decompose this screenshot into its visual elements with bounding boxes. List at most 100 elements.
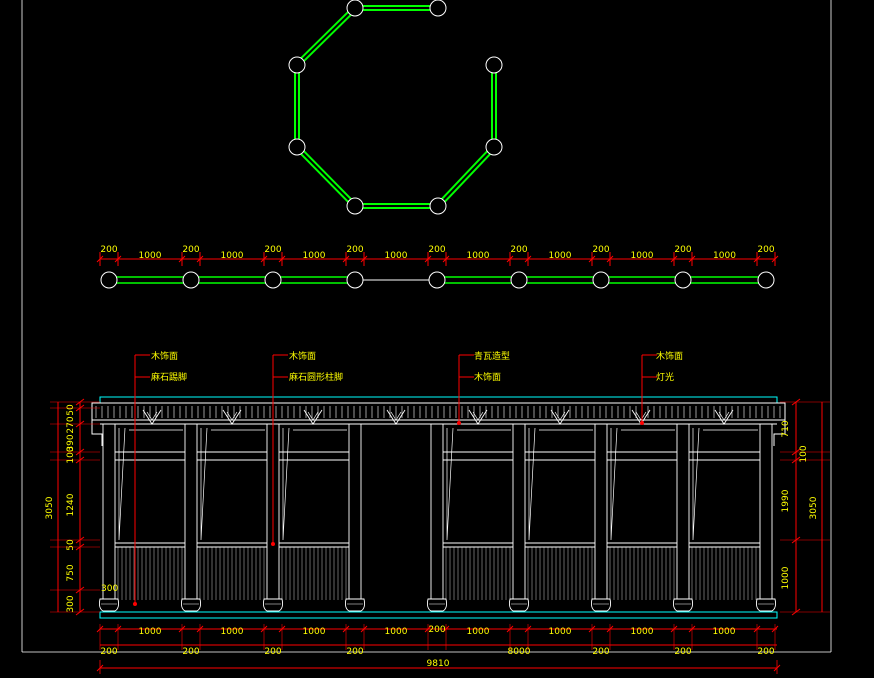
octagon-beam-inner xyxy=(296,7,356,66)
callout-3-label-1: 青瓦造型 xyxy=(474,350,510,362)
callout-3-label-2: 木饰面 xyxy=(474,371,501,383)
column-shaft xyxy=(512,423,526,600)
column-shaft xyxy=(676,423,690,600)
bottom-dim-label-row1: 1000 xyxy=(385,627,408,637)
plan-dim-label: 200 xyxy=(757,245,774,255)
left-dim-7: 750 xyxy=(66,564,76,581)
callout-2-label-2: 麻石圆形柱脚 xyxy=(289,371,343,383)
column-base xyxy=(508,598,530,612)
plan-dim-label: 1000 xyxy=(221,251,244,261)
octagon-column xyxy=(346,0,364,17)
octagon-column xyxy=(288,56,306,74)
bottom-dim-label-row2: 200 xyxy=(592,647,609,657)
right-dimension-chain: 710 100 1990 1000 3050 xyxy=(781,420,819,589)
callout-3: 青瓦造型 木饰面 xyxy=(474,350,510,383)
column-base xyxy=(755,598,777,612)
octagon-column xyxy=(346,197,364,215)
bottom-dim-label-row1: 1000 xyxy=(467,627,490,637)
bottom-dim-label-row2: 200 xyxy=(100,647,117,657)
linear-column-plan xyxy=(96,252,779,289)
bay-curtain xyxy=(118,427,183,541)
bay-curtain xyxy=(200,427,265,541)
plan-column xyxy=(182,271,200,289)
plan-column xyxy=(674,271,692,289)
tile-ornament xyxy=(468,409,488,425)
plan-dim-label: 1000 xyxy=(139,251,162,261)
bay-curtain xyxy=(282,427,347,541)
bottom-dim-label-row1: 1000 xyxy=(631,627,654,637)
tile-ornament xyxy=(714,409,734,425)
bottom-dim-label-row1: 1000 xyxy=(713,627,736,637)
right-dim-2: 100 xyxy=(799,445,809,462)
bottom-dim-label-row1: 1000 xyxy=(139,627,162,637)
octagon-beam-inner xyxy=(296,146,356,207)
bottom-dim-label-row2: 200 xyxy=(264,647,281,657)
left-dim-4: 100 xyxy=(66,446,76,463)
octagon-column xyxy=(429,0,447,17)
bottom-dim-label-row1: 1000 xyxy=(549,627,572,637)
column-base xyxy=(98,598,120,612)
plan-dim-label: 1000 xyxy=(467,251,490,261)
callout-4-label-2: 灯光 xyxy=(656,371,674,383)
bottom-dim-label-row2: 200 xyxy=(346,647,363,657)
column-shaft xyxy=(759,423,773,600)
callout-dot xyxy=(640,421,644,425)
callout-4-label-1: 木饰面 xyxy=(656,350,683,362)
tile-ornament xyxy=(550,409,570,425)
column-shaft xyxy=(102,423,116,600)
callout-1-label-2: 麻石踢脚 xyxy=(151,371,187,383)
column-base xyxy=(426,598,448,612)
right-dim-4: 1000 xyxy=(781,566,791,589)
left-dim-1: 50 xyxy=(66,404,76,416)
left-dim-2: 270 xyxy=(66,416,76,433)
callout-1: 木饰面 麻石踢脚 xyxy=(151,350,187,383)
callout-dot xyxy=(271,542,275,546)
plan-dim-label: 1000 xyxy=(631,251,654,261)
right-dim-1: 710 xyxy=(781,420,791,437)
plan-dim-label: 200 xyxy=(510,245,527,255)
callout-dot xyxy=(457,421,461,425)
octagon-beam-inner xyxy=(437,146,495,207)
plan-dim-label: 200 xyxy=(100,245,117,255)
bay-curtain xyxy=(528,427,593,541)
plan-dim-label: 200 xyxy=(674,245,691,255)
plan-dim-label: 200 xyxy=(592,245,609,255)
octagon-column xyxy=(485,138,503,156)
octagon-column xyxy=(288,138,306,156)
roof-cap xyxy=(99,396,778,404)
callout-4: 木饰面 灯光 xyxy=(656,350,683,383)
bottom-dim-label-row2: 8000 xyxy=(508,647,531,657)
octagon-column xyxy=(429,197,447,215)
column-base xyxy=(262,598,284,612)
left-dim-5: 1240 xyxy=(66,493,76,516)
octagon-column xyxy=(485,56,503,74)
bay-curtain xyxy=(446,427,511,541)
plan-dim-label: 1000 xyxy=(385,251,408,261)
plan-column xyxy=(428,271,446,289)
overall-total-dim: 9810 xyxy=(427,659,450,669)
plan-dim-label: 1000 xyxy=(303,251,326,261)
plan-dim-label: 1000 xyxy=(713,251,736,261)
plan-column xyxy=(346,271,364,289)
bottom-dim-label-row1: 1000 xyxy=(221,627,244,637)
tile-ornament xyxy=(303,409,323,425)
column-shaft xyxy=(348,423,362,600)
cad-drawing-canvas: 200 1000 200 1000 200 1000 200 1000 200 1000 200 10… xyxy=(21,0,832,674)
plan-column xyxy=(757,271,775,289)
left-dim-total: 3050 xyxy=(45,496,55,519)
callout-dot xyxy=(133,602,137,606)
bay-curtain xyxy=(610,427,675,541)
bottom-dim-label-row2: 200 xyxy=(182,647,199,657)
bottom-dim-label-row2: 200 xyxy=(757,647,774,657)
callout-1-label-1: 木饰面 xyxy=(151,350,178,362)
plan-column xyxy=(264,271,282,289)
small-dim-label: 300 xyxy=(101,584,118,594)
column-base xyxy=(180,598,202,612)
column-shaft xyxy=(430,423,444,600)
callout-2: 木饰面 麻石圆形柱脚 xyxy=(289,350,343,383)
tile-ornament xyxy=(142,409,162,425)
ground-line xyxy=(99,611,778,619)
plan-dim-label: 1000 xyxy=(549,251,572,261)
plan-column xyxy=(100,271,118,289)
right-dim-3: 1990 xyxy=(781,489,791,512)
